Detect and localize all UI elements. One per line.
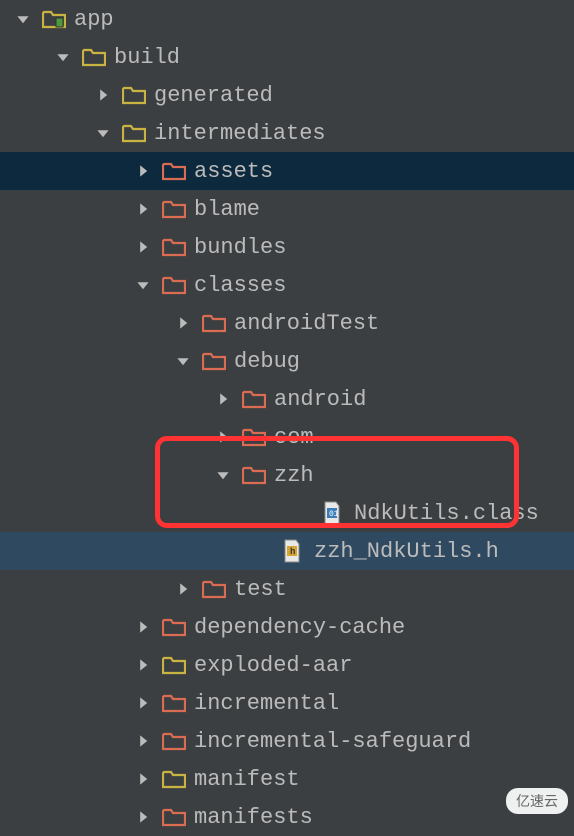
- tree-row-generated[interactable]: generated: [0, 76, 574, 114]
- tree-item-label: build: [114, 45, 180, 70]
- folder-red-icon: [242, 427, 266, 447]
- tree-item-label: exploded-aar: [194, 653, 352, 678]
- tree-item-label: app: [74, 7, 114, 32]
- arrow-right-icon[interactable]: [134, 656, 152, 674]
- tree-item-label: dependency-cache: [194, 615, 405, 640]
- svg-text:h: h: [290, 547, 295, 557]
- arrow-right-icon[interactable]: [134, 808, 152, 826]
- arrow-right-icon[interactable]: [174, 314, 192, 332]
- tree-row-manifests[interactable]: manifests: [0, 798, 574, 836]
- tree-item-label: manifests: [194, 805, 313, 830]
- tree-row-dependency-cache[interactable]: dependency-cache: [0, 608, 574, 646]
- arrow-spacer: [254, 542, 272, 560]
- tree-item-label: test: [234, 577, 287, 602]
- watermark-badge: 亿速云: [506, 788, 568, 814]
- arrow-down-icon[interactable]: [94, 124, 112, 142]
- tree-item-label: incremental: [194, 691, 339, 716]
- arrow-down-icon[interactable]: [174, 352, 192, 370]
- tree-row-incremental-safeguard[interactable]: incremental-safeguard: [0, 722, 574, 760]
- folder-red-icon: [162, 237, 186, 257]
- tree-row-bundles[interactable]: bundles: [0, 228, 574, 266]
- arrow-right-icon[interactable]: [214, 428, 232, 446]
- tree-item-label: incremental-safeguard: [194, 729, 471, 754]
- arrow-right-icon[interactable]: [134, 162, 152, 180]
- tree-item-label: zzh_NdkUtils.h: [314, 539, 499, 564]
- tree-item-label: assets: [194, 159, 273, 184]
- tree-row-build[interactable]: build: [0, 38, 574, 76]
- folder-yellow-icon: [82, 47, 106, 67]
- tree-item-label: blame: [194, 197, 260, 222]
- tree-row-ndkutils-class[interactable]: 01 NdkUtils.class: [0, 494, 574, 532]
- folder-red-icon: [202, 313, 226, 333]
- folder-red-icon: [162, 161, 186, 181]
- arrow-down-icon[interactable]: [14, 10, 32, 28]
- tree-row-intermediates[interactable]: intermediates: [0, 114, 574, 152]
- arrow-right-icon[interactable]: [134, 618, 152, 636]
- h-file-icon: h: [282, 541, 306, 561]
- tree-row-zzh-ndkutils-h[interactable]: h zzh_NdkUtils.h: [0, 532, 574, 570]
- arrow-right-icon[interactable]: [134, 732, 152, 750]
- class-file-icon: 01: [322, 503, 346, 523]
- tree-row-incremental[interactable]: incremental: [0, 684, 574, 722]
- folder-red-icon: [202, 579, 226, 599]
- tree-item-label: intermediates: [154, 121, 326, 146]
- arrow-right-icon[interactable]: [134, 694, 152, 712]
- tree-row-zzh[interactable]: zzh: [0, 456, 574, 494]
- folder-yellow-icon: [122, 85, 146, 105]
- tree-row-com[interactable]: com: [0, 418, 574, 456]
- arrow-right-icon[interactable]: [214, 390, 232, 408]
- tree-row-classes[interactable]: classes: [0, 266, 574, 304]
- tree-row-blame[interactable]: blame: [0, 190, 574, 228]
- tree-item-label: com: [274, 425, 314, 450]
- tree-row-manifest[interactable]: manifest: [0, 760, 574, 798]
- tree-row-app[interactable]: app: [0, 0, 574, 38]
- tree-row-debug[interactable]: debug: [0, 342, 574, 380]
- tree-item-label: NdkUtils.class: [354, 501, 539, 526]
- tree-item-label: debug: [234, 349, 300, 374]
- arrow-down-icon[interactable]: [134, 276, 152, 294]
- tree-item-label: classes: [194, 273, 286, 298]
- tree-item-label: manifest: [194, 767, 300, 792]
- tree-row-test[interactable]: test: [0, 570, 574, 608]
- tree-row-android[interactable]: android: [0, 380, 574, 418]
- tree-item-label: zzh: [274, 463, 314, 488]
- folder-red-icon: [162, 275, 186, 295]
- arrow-right-icon[interactable]: [134, 200, 152, 218]
- arrow-right-icon[interactable]: [134, 770, 152, 788]
- tree-row-androidtest[interactable]: androidTest: [0, 304, 574, 342]
- arrow-right-icon[interactable]: [94, 86, 112, 104]
- folder-red-icon: [202, 351, 226, 371]
- module-icon: [42, 9, 66, 29]
- folder-red-icon: [242, 465, 266, 485]
- folder-red-icon: [242, 389, 266, 409]
- project-tree: appbuild generated intermediates assets blam…: [0, 0, 574, 836]
- arrow-right-icon[interactable]: [134, 238, 152, 256]
- tree-row-exploded-aar[interactable]: exploded-aar: [0, 646, 574, 684]
- tree-item-label: androidTest: [234, 311, 379, 336]
- folder-yellow-icon: [162, 769, 186, 789]
- tree-row-assets[interactable]: assets: [0, 152, 574, 190]
- arrow-down-icon[interactable]: [54, 48, 72, 66]
- arrow-spacer: [294, 504, 312, 522]
- folder-yellow-icon: [162, 655, 186, 675]
- tree-item-label: android: [274, 387, 366, 412]
- folder-red-icon: [162, 199, 186, 219]
- tree-item-label: generated: [154, 83, 273, 108]
- arrow-down-icon[interactable]: [214, 466, 232, 484]
- svg-text:01: 01: [329, 510, 339, 519]
- arrow-right-icon[interactable]: [174, 580, 192, 598]
- tree-item-label: bundles: [194, 235, 286, 260]
- folder-red-icon: [162, 617, 186, 637]
- folder-red-icon: [162, 731, 186, 751]
- folder-yellow-icon: [122, 123, 146, 143]
- folder-red-icon: [162, 693, 186, 713]
- folder-red-icon: [162, 807, 186, 827]
